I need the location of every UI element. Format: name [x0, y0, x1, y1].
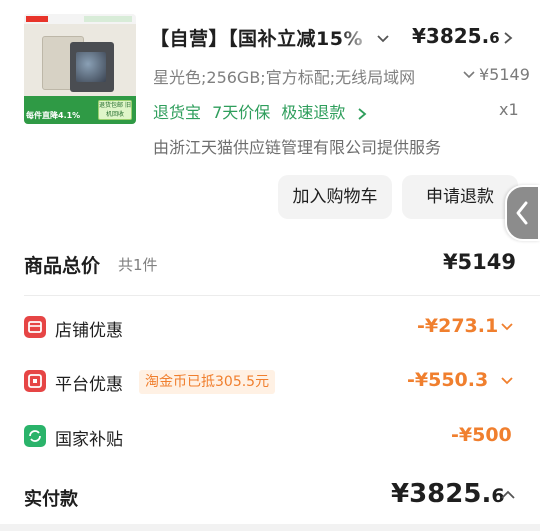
side-drawer-handle[interactable]	[505, 185, 540, 241]
platform-discount-value[interactable]: -¥550.3	[407, 369, 488, 391]
platform-discount-label: 平台优惠	[55, 375, 123, 395]
service-return-insurance: 退货宝	[153, 103, 202, 122]
thumbnail-top-strip	[24, 14, 136, 24]
original-price: ¥5149	[479, 65, 530, 84]
taobao-coin-tag: 淘金币已抵305.5元	[139, 370, 276, 394]
product-spec[interactable]: 星光色;256GB;官方标配;无线局域网	[153, 64, 451, 88]
item-price-integer: ¥3825.	[412, 24, 490, 48]
total-price-value: ¥5149	[442, 250, 516, 274]
divider	[24, 295, 540, 296]
tablet-front-image	[70, 42, 114, 92]
amount-paid-integer: ¥3825.	[391, 479, 492, 509]
service-price-protection: 7天价保	[212, 103, 271, 122]
platform-discount-chevron-down-icon[interactable]	[500, 374, 514, 388]
shop-discount-label: 店铺优惠	[55, 321, 123, 341]
total-price-label: 商品总价	[24, 255, 101, 277]
platform-icon	[24, 370, 46, 392]
service-provider: 由浙江天猫供应链管理有限公司提供服务	[153, 138, 442, 157]
product-thumbnail[interactable]: 每件直降4.1% 退货包邮 旧机回收	[24, 14, 136, 124]
shop-discount-chevron-down-icon[interactable]	[500, 320, 514, 334]
spec-fade	[420, 62, 454, 84]
thumbnail-badge: 退货包邮 旧机回收	[98, 100, 132, 120]
amount-paid-label: 实付款	[24, 489, 78, 510]
quantity: x1	[499, 100, 519, 119]
item-price-decimal: 6	[489, 29, 500, 47]
service-chevron-right-icon	[357, 107, 366, 120]
shop-discount-value[interactable]: -¥273.1	[417, 315, 498, 337]
service-fast-refund: 极速退款	[281, 103, 346, 122]
product-title[interactable]: 【自营】【国补立减15%	[150, 24, 372, 50]
amount-paid-value: ¥3825.6	[391, 479, 505, 509]
shop-icon	[24, 316, 46, 338]
chevron-down-icon[interactable]	[376, 32, 390, 46]
request-refund-button[interactable]: 申请退款	[402, 175, 518, 219]
title-fade	[340, 22, 374, 50]
national-subsidy-value: -¥500	[451, 424, 512, 446]
national-subsidy-icon	[24, 425, 46, 447]
spec-chevron-down-icon[interactable]	[462, 68, 476, 82]
service-guarantees[interactable]: 退货宝 7天价保 极速退款	[153, 99, 367, 123]
add-to-cart-button[interactable]: 加入购物车	[278, 175, 392, 219]
national-subsidy-label: 国家补贴	[55, 430, 123, 450]
chevron-up-icon[interactable]	[500, 488, 516, 502]
thumbnail-banner-text: 每件直降4.1%	[26, 111, 81, 120]
chevron-left-icon	[516, 201, 528, 225]
item-price: ¥3825.6	[412, 24, 500, 48]
item-count: 共1件	[118, 256, 158, 274]
bottom-bar	[0, 524, 540, 531]
chevron-right-icon[interactable]	[501, 31, 515, 45]
